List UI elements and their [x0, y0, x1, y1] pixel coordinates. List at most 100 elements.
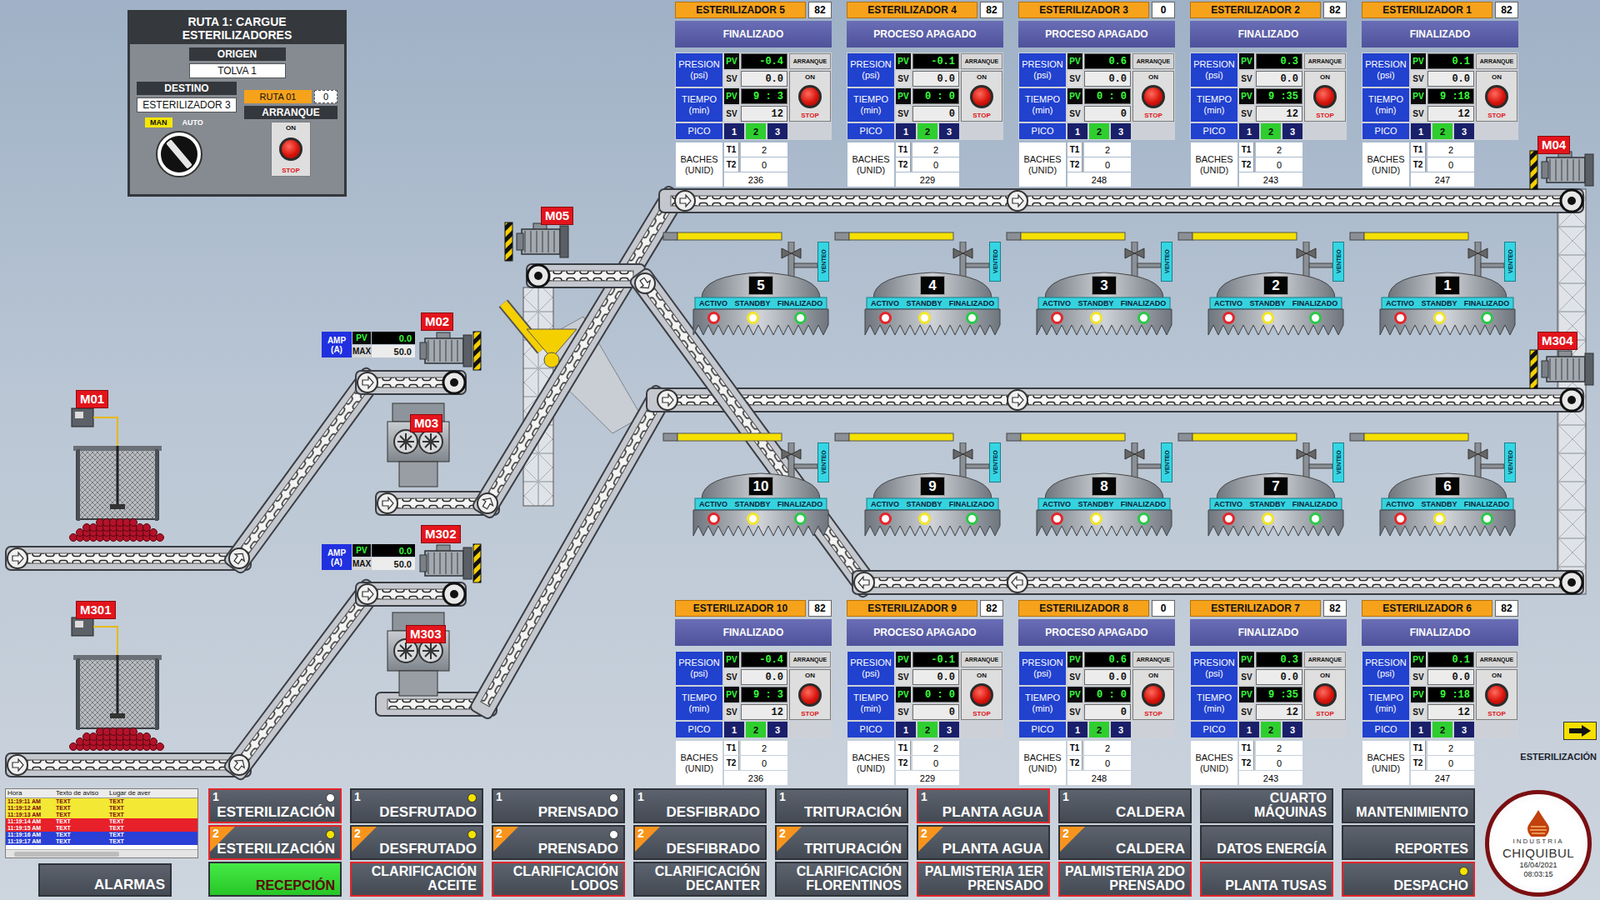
- start-stop-button[interactable]: ONSTOP: [960, 70, 1003, 122]
- nav-button[interactable]: CLARIFICACIÓN ACEITE: [350, 861, 484, 897]
- motor-label[interactable]: M04: [1537, 135, 1570, 155]
- start-stop-button[interactable]: ONSTOP: [1132, 70, 1175, 122]
- peak-option[interactable]: 2: [1432, 123, 1453, 140]
- start-stop-button[interactable]: ONSTOP: [1475, 669, 1518, 720]
- alarms-button[interactable]: ALARMAS: [38, 863, 172, 897]
- time-sv[interactable]: 12: [1427, 704, 1475, 720]
- scroll-thumb[interactable]: [14, 851, 120, 857]
- motor-label[interactable]: M302: [420, 525, 461, 544]
- alarm-row[interactable]: 11:19:17 AMTEXTTEXT: [5, 838, 198, 845]
- nav-button[interactable]: 2DESFIBRADO: [633, 825, 767, 860]
- pressure-sv[interactable]: 0.0: [1255, 669, 1303, 685]
- time-sv[interactable]: 12: [740, 704, 788, 720]
- nav-button[interactable]: 1DESFRUTADO: [350, 788, 484, 824]
- peak-option[interactable]: 1: [1239, 721, 1260, 738]
- peak-option[interactable]: 2: [745, 123, 766, 140]
- peak-option[interactable]: 1: [1067, 123, 1088, 140]
- nav-button[interactable]: 2ESTERILIZACIÓN: [208, 825, 342, 860]
- peak-option[interactable]: 1: [724, 123, 745, 140]
- motor-label[interactable]: M301: [75, 600, 116, 620]
- nav-button[interactable]: 1ESTERILIZACIÓN: [208, 788, 342, 824]
- start-stop-button[interactable]: ONSTOP: [1304, 70, 1346, 122]
- motor-label[interactable]: M05: [540, 206, 574, 225]
- nav-button[interactable]: 1PRENSADO: [491, 788, 625, 824]
- peak-option[interactable]: 3: [767, 721, 788, 738]
- start-stop-button[interactable]: ONSTOP: [1475, 70, 1518, 122]
- peak-option[interactable]: 2: [1260, 123, 1281, 140]
- pressure-sv[interactable]: 0.0: [1255, 70, 1303, 87]
- nav-button[interactable]: 1DESFIBRADO: [633, 788, 767, 824]
- peak-option[interactable]: 3: [1282, 721, 1303, 738]
- peak-option[interactable]: 2: [1089, 721, 1110, 738]
- start-stop-button[interactable]: ONSTOP: [789, 669, 831, 720]
- peak-option[interactable]: 1: [1410, 721, 1431, 738]
- peak-option[interactable]: 2: [1432, 721, 1453, 738]
- nav-button[interactable]: RECEPCIÓN: [208, 861, 342, 897]
- nav-button[interactable]: MANTENIMIENTO: [1341, 788, 1475, 824]
- nav-button[interactable]: PLANTA TUSAS: [1200, 861, 1334, 897]
- peak-option[interactable]: 1: [1410, 123, 1431, 140]
- peak-option[interactable]: 2: [1089, 123, 1110, 140]
- peak-option[interactable]: 3: [1454, 123, 1475, 140]
- start-stop-button[interactable]: ONSTOP: [789, 70, 831, 122]
- route-value[interactable]: 0: [314, 90, 338, 104]
- pressure-sv[interactable]: 0.0: [740, 70, 788, 87]
- nav-button[interactable]: DATOS ENERGÍA: [1200, 825, 1334, 860]
- peak-option[interactable]: 3: [939, 721, 960, 738]
- peak-option[interactable]: 1: [724, 721, 745, 738]
- peak-option[interactable]: 3: [1110, 721, 1131, 738]
- destination-field[interactable]: ESTERILIZADOR 3: [136, 97, 237, 113]
- nav-button[interactable]: 2DESFRUTADO: [350, 825, 484, 860]
- nav-button[interactable]: 2PLANTA AGUA: [916, 825, 1050, 860]
- motor-label[interactable]: M304: [1537, 331, 1578, 350]
- time-sv[interactable]: 12: [1255, 704, 1303, 720]
- alarm-row[interactable]: 11:19:12 AMTEXTTEXT: [5, 805, 198, 812]
- pressure-sv[interactable]: 0.0: [1427, 70, 1475, 87]
- selector-switch[interactable]: [136, 130, 237, 182]
- nav-button[interactable]: CLARIFICACIÓN DECANTER: [633, 861, 767, 897]
- pressure-sv[interactable]: 0.0: [912, 669, 960, 685]
- nav-button[interactable]: CLARIFICACIÓN LODOS: [491, 861, 625, 897]
- peak-option[interactable]: 1: [895, 123, 916, 140]
- nav-button[interactable]: PALMISTERIA 1ER PRENSADO: [916, 861, 1050, 897]
- pressure-sv[interactable]: 0.0: [1084, 70, 1131, 87]
- nav-button[interactable]: 1CALDERA: [1058, 788, 1192, 824]
- peak-option[interactable]: 3: [1282, 123, 1303, 140]
- nav-button[interactable]: DESPACHO: [1341, 861, 1475, 897]
- start-stop-button[interactable]: ONSTOP: [1132, 669, 1175, 720]
- alarm-row[interactable]: 11:19:14 AMTEXTTEXT: [5, 818, 198, 825]
- start-stop-button[interactable]: ONSTOP: [270, 121, 311, 177]
- nav-button[interactable]: CUARTO MÁQUINAS: [1200, 788, 1334, 824]
- mode-option[interactable]: MAN: [145, 117, 173, 128]
- peak-option[interactable]: 3: [1454, 721, 1475, 738]
- nav-button[interactable]: 1PLANTA AGUA: [916, 788, 1050, 824]
- peak-option[interactable]: 3: [767, 123, 788, 140]
- mode-option[interactable]: AUTO: [177, 117, 209, 128]
- time-sv[interactable]: 12: [740, 105, 788, 122]
- motor-label[interactable]: M02: [420, 312, 454, 331]
- start-stop-button[interactable]: ONSTOP: [960, 669, 1003, 720]
- alarm-row[interactable]: 11:19:16 AMTEXTTEXT: [5, 831, 198, 839]
- nav-button[interactable]: CLARIFICACIÓN FLORENTINOS: [775, 861, 909, 897]
- alarm-row[interactable]: 11:19:15 AMTEXTTEXT: [5, 825, 198, 832]
- nav-button[interactable]: 1TRITURACIÓN: [775, 788, 909, 824]
- motor-label[interactable]: M303: [405, 625, 446, 644]
- peak-option[interactable]: 2: [917, 721, 938, 738]
- time-sv[interactable]: 12: [1427, 105, 1475, 122]
- nav-button[interactable]: PALMISTERIA 2DO PRENSADO: [1058, 861, 1192, 897]
- peak-option[interactable]: 1: [1239, 123, 1260, 140]
- peak-option[interactable]: 3: [1110, 123, 1131, 140]
- peak-option[interactable]: 1: [1067, 721, 1088, 738]
- time-sv[interactable]: 12: [1255, 105, 1303, 122]
- scrollbar[interactable]: [5, 849, 198, 858]
- origin-field[interactable]: TOLVA 1: [189, 63, 286, 79]
- peak-option[interactable]: 2: [1260, 721, 1281, 738]
- nav-button[interactable]: 2PRENSADO: [491, 825, 625, 860]
- time-sv[interactable]: 0: [912, 105, 960, 122]
- nav-button[interactable]: 2CALDERA: [1058, 825, 1192, 860]
- time-sv[interactable]: 0: [1084, 105, 1131, 122]
- pressure-sv[interactable]: 0.0: [740, 669, 788, 685]
- pressure-sv[interactable]: 0.0: [1084, 669, 1131, 685]
- peak-option[interactable]: 2: [917, 123, 938, 140]
- motor-label[interactable]: M01: [75, 390, 109, 409]
